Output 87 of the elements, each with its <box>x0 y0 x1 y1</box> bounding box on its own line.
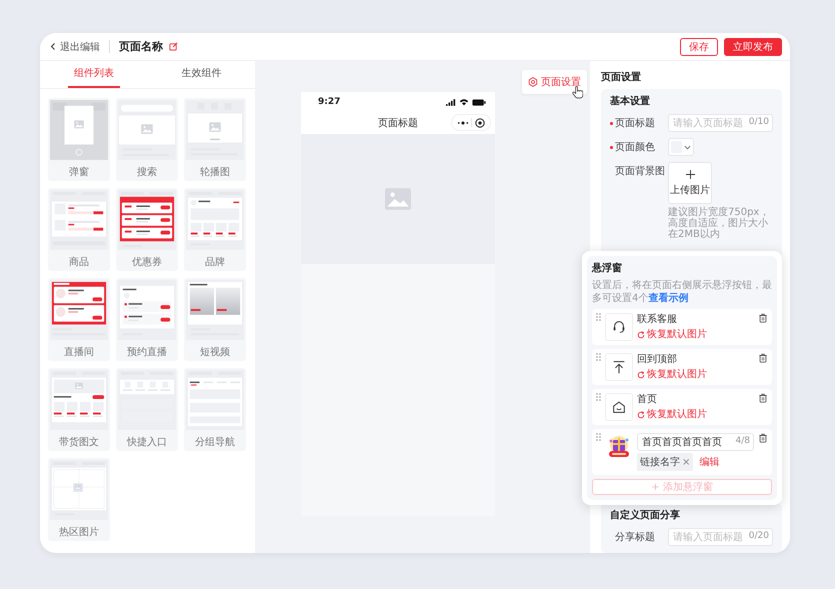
example-link[interactable]: 查看示例 <box>648 293 688 304</box>
component-preview-drawing <box>50 370 108 430</box>
field-label: 页面标题 <box>615 116 655 130</box>
tag-label: 链接名字 <box>640 456 680 469</box>
tab[interactable]: 生效组件 <box>176 66 227 88</box>
edit-icon[interactable] <box>169 42 178 51</box>
reset-link[interactable]: 恢复默认图片 <box>637 408 707 421</box>
component-card[interactable]: 品牌 <box>184 188 246 271</box>
target-icon <box>474 118 485 128</box>
drag-handle-icon[interactable] <box>596 433 601 441</box>
char-count: 0/10 <box>748 117 769 127</box>
component-card[interactable]: 优惠券 <box>116 188 178 271</box>
component-preview-drawing <box>118 190 176 250</box>
hand-cursor-icon <box>572 86 583 99</box>
settings-icon <box>528 77 538 87</box>
component-preview-drawing <box>50 100 108 160</box>
page-settings-button[interactable]: 页面设置 <box>522 70 587 94</box>
refresh-icon <box>637 330 645 338</box>
component-card[interactable]: 带货图文 <box>48 368 110 451</box>
page-name: 页面名称 <box>119 39 163 54</box>
chevron-down-icon <box>684 144 691 150</box>
refresh-icon <box>637 410 645 418</box>
field-label: 页面背景图 <box>615 164 665 178</box>
component-preview-drawing <box>118 280 176 340</box>
delete-icon[interactable] <box>758 433 768 443</box>
char-count: 0/20 <box>748 531 769 541</box>
item-name: 首页 <box>637 393 657 406</box>
status-time: 9:27 <box>318 97 340 107</box>
signal-icon <box>446 98 456 106</box>
component-card[interactable]: 搜索 <box>116 98 178 181</box>
component-card[interactable]: 预约直播 <box>116 278 178 361</box>
refresh-icon <box>637 370 645 378</box>
component-preview-drawing <box>186 370 244 430</box>
component-card[interactable]: 轮播图 <box>184 98 246 181</box>
component-preview-drawing <box>50 280 108 340</box>
component-preview-drawing <box>118 100 176 160</box>
upload-button[interactable]: 上传图片 <box>668 162 712 204</box>
delete-icon[interactable] <box>758 353 768 363</box>
component-card[interactable]: 弹窗 <box>48 98 110 181</box>
drag-handle-icon[interactable] <box>596 313 601 321</box>
component-preview-drawing <box>50 190 108 250</box>
drag-handle-icon[interactable] <box>596 393 601 401</box>
reset-link[interactable]: 恢复默认图片 <box>637 368 707 381</box>
delete-icon[interactable] <box>758 393 768 403</box>
page-title: 页面标题 <box>378 116 418 130</box>
component-preview-drawing <box>50 460 108 520</box>
edit-link[interactable]: 编辑 <box>699 455 720 469</box>
more-icon <box>457 120 470 124</box>
publish-button[interactable]: 立即发布 <box>724 38 782 56</box>
wifi-icon <box>459 98 469 106</box>
plus-icon <box>686 170 694 178</box>
delete-icon[interactable] <box>758 313 768 323</box>
component-card[interactable]: 直播间 <box>48 278 110 361</box>
item-name: 回到顶部 <box>637 353 677 366</box>
tag-close-button[interactable]: × <box>682 456 690 468</box>
component-preview-drawing <box>118 370 176 430</box>
component-card[interactable]: 热区图片 <box>48 458 110 541</box>
home-icon <box>611 399 627 415</box>
chevron-left-icon <box>50 42 56 51</box>
section-heading: 自定义页面分享 <box>610 510 681 522</box>
component-preview-drawing <box>186 190 244 250</box>
reset-link[interactable]: 恢复默认图片 <box>637 328 707 341</box>
component-card[interactable]: 商品 <box>48 188 110 271</box>
field-label: 分享标题 <box>615 530 655 544</box>
component-preview-drawing <box>186 100 244 160</box>
arrow-up-icon <box>611 359 627 375</box>
component-card[interactable]: 分组导航 <box>184 368 246 451</box>
color-picker[interactable] <box>668 138 694 156</box>
field-label: 页面颜色 <box>615 140 655 154</box>
headset-icon <box>611 319 627 335</box>
image-icon <box>385 188 411 210</box>
drag-handle-icon[interactable] <box>596 353 601 361</box>
back-link[interactable]: 退出编辑 <box>50 40 100 54</box>
menu-capsule[interactable] <box>451 114 491 131</box>
save-button[interactable]: 保存 <box>680 38 718 56</box>
description-text: 设置后，将在页面右侧展示悬浮按钮，最多可设置4个查看示例 <box>592 279 772 305</box>
component-card[interactable]: 快捷入口 <box>116 368 178 451</box>
section-heading: 悬浮窗 <box>592 262 623 275</box>
hint-text: 建议图片宽度750px，高度自适应，图片大小在2MB以内 <box>668 207 770 240</box>
item-name: 联系客服 <box>637 313 677 326</box>
char-count: 4/8 <box>736 436 750 446</box>
battery-icon <box>472 98 486 106</box>
section-heading: 基本设置 <box>610 96 651 108</box>
tab[interactable]: 组件列表 <box>68 66 120 88</box>
component-preview-drawing <box>186 280 244 340</box>
panel-title: 页面设置 <box>601 70 642 84</box>
component-card[interactable]: 短视频 <box>184 278 246 361</box>
